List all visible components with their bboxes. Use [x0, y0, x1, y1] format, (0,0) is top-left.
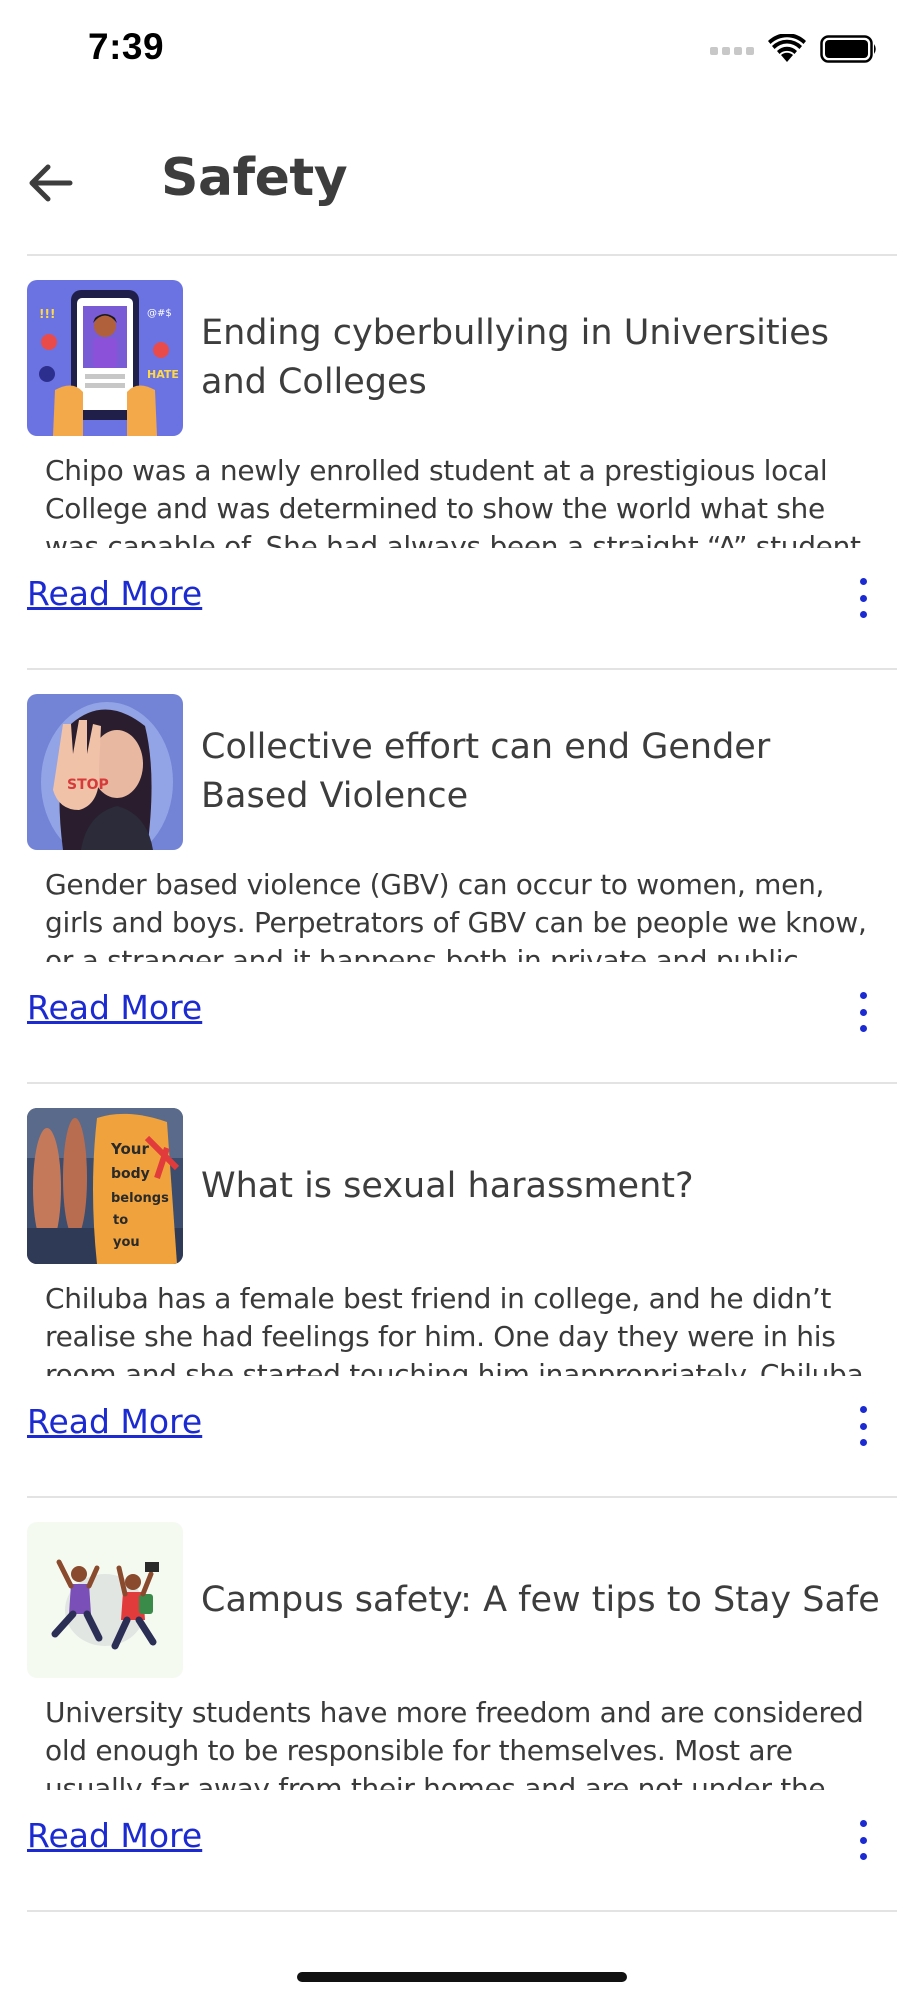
- battery-icon: [820, 35, 878, 67]
- read-more-link[interactable]: Read More: [27, 1816, 202, 1855]
- home-indicator[interactable]: [297, 1972, 627, 1982]
- article-title[interactable]: What is sexual harassment?: [201, 1108, 881, 1264]
- arrow-left-icon: [29, 164, 73, 202]
- article-thumbnail[interactable]: Your body belongs to you: [27, 1108, 183, 1264]
- stop-gbv-illustration: STOP: [27, 694, 183, 850]
- article-title[interactable]: Ending cyberbullying in Universities and…: [201, 280, 881, 436]
- article-excerpt: Gender based violence (GBV) can occur to…: [45, 868, 867, 962]
- article-title[interactable]: Campus safety: A few tips to Stay Safe: [201, 1522, 881, 1678]
- more-options-icon[interactable]: [851, 992, 875, 1032]
- article-excerpt: Chiluba has a female best friend in coll…: [45, 1282, 864, 1376]
- svg-text:HATE: HATE: [147, 368, 179, 381]
- article-excerpt: University students have more freedom an…: [45, 1696, 864, 1790]
- status-icons: [710, 33, 878, 68]
- svg-text:@#$: @#$: [147, 308, 172, 319]
- back-button[interactable]: [22, 155, 78, 211]
- more-options-icon[interactable]: [851, 578, 875, 618]
- read-more-link[interactable]: Read More: [27, 1402, 202, 1441]
- svg-text:you: you: [113, 1235, 140, 1250]
- cyberbullying-illustration: !!! @#$ HATE: [27, 280, 183, 436]
- article-excerpt: Chipo was a newly enrolled student at a …: [45, 454, 861, 548]
- more-options-icon[interactable]: [851, 1820, 875, 1860]
- app-bar: Safety: [0, 140, 924, 250]
- protest-sign-text: Your: [110, 1140, 149, 1158]
- article-thumbnail[interactable]: [27, 1522, 183, 1678]
- svg-text:to: to: [113, 1213, 128, 1228]
- article-thumbnail[interactable]: !!! @#$ HATE: [27, 280, 183, 436]
- article-card: Your body belongs to you What is sexual …: [27, 1084, 897, 1498]
- wifi-icon: [768, 33, 806, 68]
- read-more-link[interactable]: Read More: [27, 574, 202, 613]
- protest-photo: Your body belongs to you: [27, 1108, 183, 1264]
- cellular-signal-icon: [710, 47, 754, 55]
- page-title: Safety: [161, 148, 348, 208]
- svg-text:STOP: STOP: [67, 777, 109, 793]
- card-divider: [27, 1910, 897, 1912]
- students-jumping-illustration: [27, 1522, 183, 1678]
- article-thumbnail[interactable]: STOP: [27, 694, 183, 850]
- svg-text:belongs: belongs: [111, 1191, 169, 1206]
- article-card: STOP Collective effort can end Gender Ba…: [27, 670, 897, 1084]
- article-title[interactable]: Collective effort can end Gender Based V…: [201, 694, 881, 850]
- more-options-icon[interactable]: [851, 1406, 875, 1446]
- article-card: Campus safety: A few tips to Stay Safe U…: [27, 1498, 897, 1912]
- status-bar: 7:39: [0, 0, 924, 100]
- status-time: 7:39: [88, 26, 165, 67]
- read-more-link[interactable]: Read More: [27, 988, 202, 1027]
- svg-text:!!!: !!!: [39, 307, 55, 321]
- svg-text:body: body: [111, 1166, 150, 1182]
- article-card: !!! @#$ HATE Ending cyberbullying in Uni…: [27, 256, 897, 670]
